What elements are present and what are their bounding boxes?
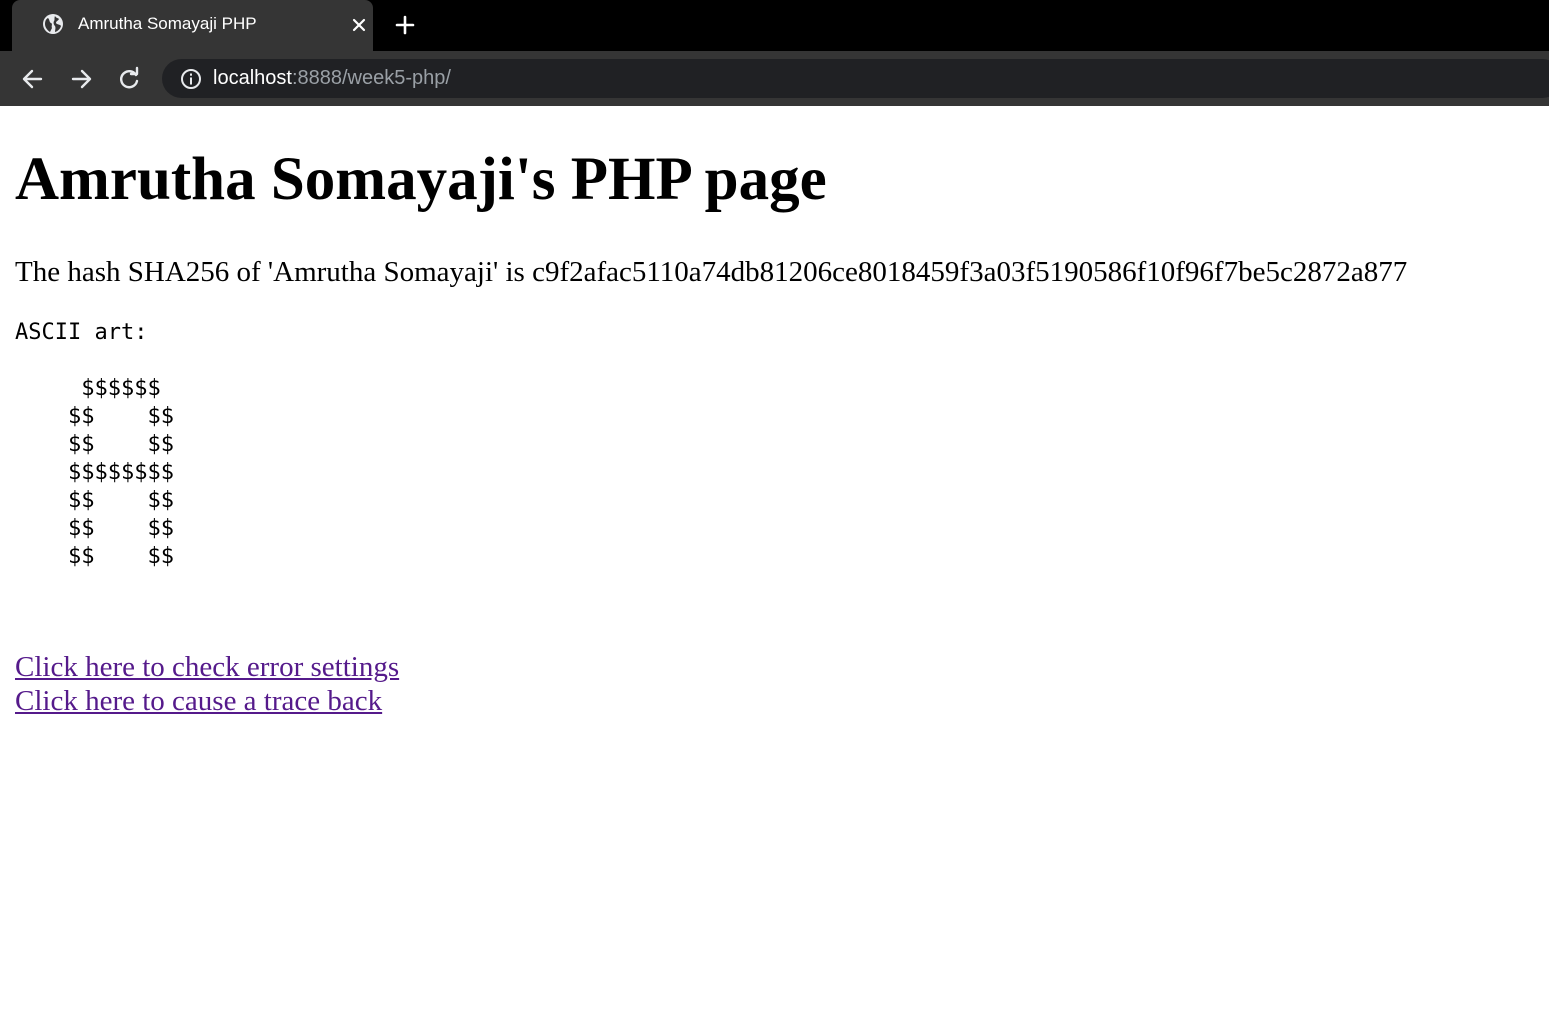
reload-icon[interactable] — [115, 65, 143, 93]
browser-toolbar: localhost:8888/week5-php/ — [0, 51, 1549, 106]
trace-back-link[interactable]: Click here to cause a trace back — [15, 684, 399, 718]
page-content: Amrutha Somayaji's PHP page The hash SHA… — [0, 106, 1549, 1019]
close-icon[interactable] — [349, 15, 369, 35]
ascii-art: ASCII art: $$$$$$ $$ $$ $$ $$ $$$$$$$$ $… — [15, 320, 174, 569]
tab-strip: Amrutha Somayaji PHP — [0, 0, 1549, 51]
address-bar[interactable]: localhost:8888/week5-php/ — [162, 59, 1549, 98]
forward-arrow-icon[interactable] — [67, 65, 95, 93]
tab-title: Amrutha Somayaji PHP — [78, 14, 257, 33]
error-settings-link[interactable]: Click here to check error settings — [15, 650, 399, 684]
globe-icon — [43, 14, 63, 34]
links-list: Click here to check error settings Click… — [15, 650, 399, 718]
new-tab-plus-icon[interactable] — [393, 13, 417, 37]
url-path: :8888/week5-php/ — [291, 67, 451, 89]
info-icon[interactable] — [180, 68, 202, 90]
back-arrow-icon[interactable] — [19, 65, 47, 93]
url-host: localhost — [213, 67, 292, 89]
hash-text: The hash SHA256 of 'Amrutha Somayaji' is… — [15, 256, 1408, 288]
page-title: Amrutha Somayaji's PHP page — [15, 146, 827, 213]
browser-tab[interactable]: Amrutha Somayaji PHP — [12, 0, 373, 51]
url-text[interactable]: localhost:8888/week5-php/ — [213, 67, 451, 90]
